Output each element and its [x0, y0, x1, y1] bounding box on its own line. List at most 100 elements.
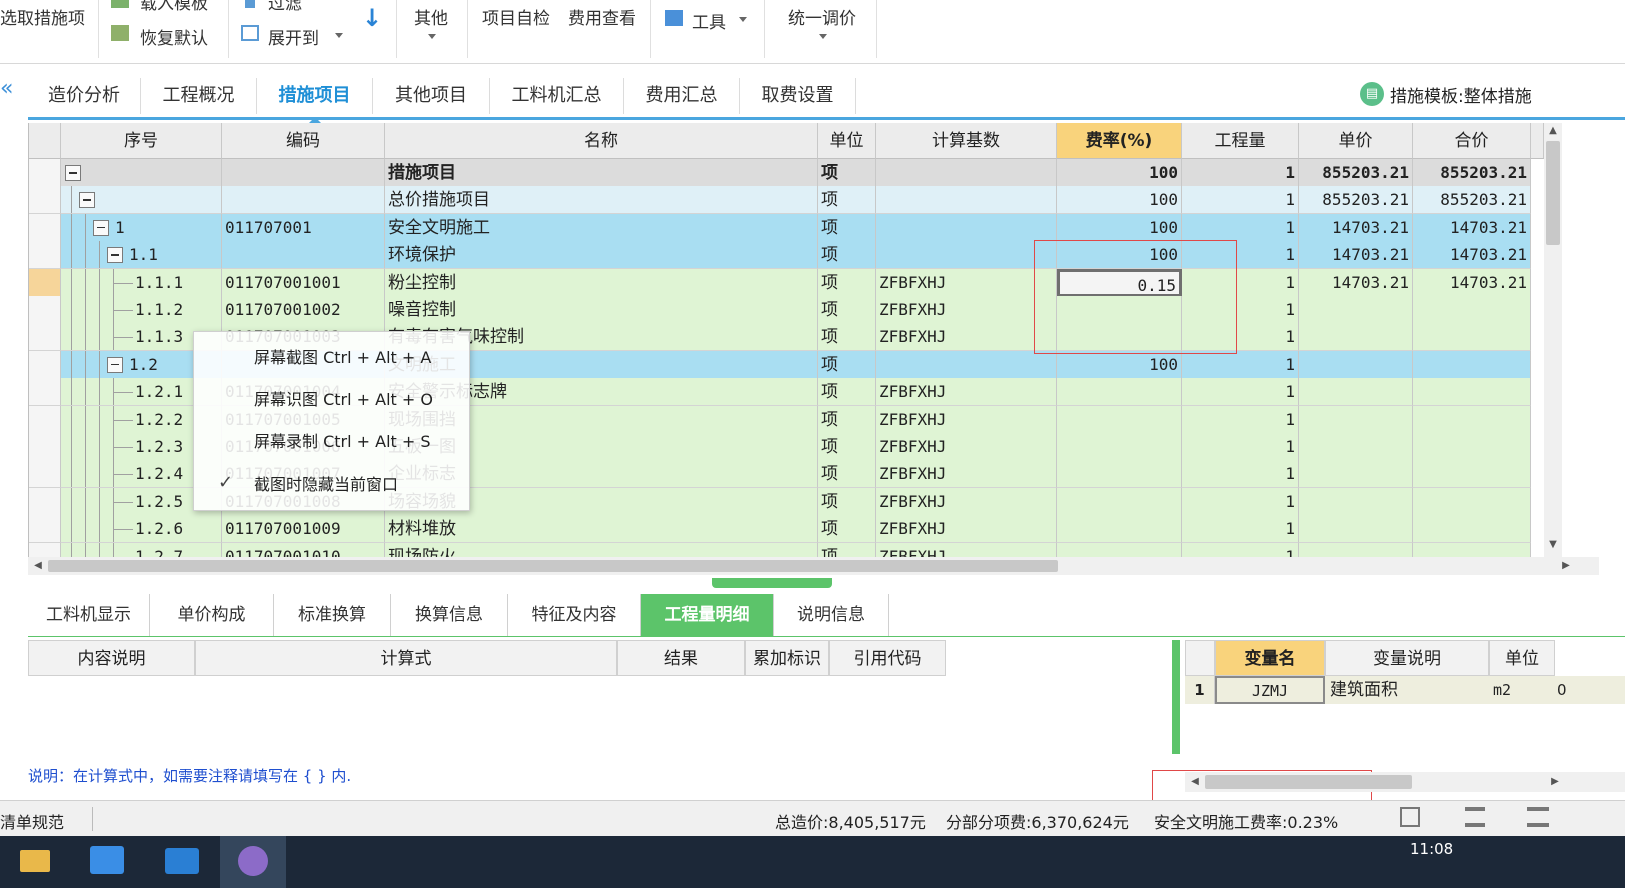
cell-price[interactable] — [1299, 296, 1413, 324]
cell-total[interactable] — [1413, 296, 1531, 324]
cell-base[interactable]: ZFBFXHJ — [876, 323, 1057, 352]
cell-qty[interactable]: 1 — [1182, 213, 1299, 242]
cell-unit[interactable]: 项 — [818, 487, 876, 516]
cell-total[interactable] — [1413, 515, 1531, 544]
active-app-icon[interactable] — [238, 846, 268, 876]
cell-name[interactable]: 噪音控制 — [385, 296, 818, 324]
cell-base[interactable] — [876, 350, 1057, 379]
cell-total[interactable]: 855203.21 — [1413, 186, 1531, 215]
row-indicator[interactable] — [29, 405, 61, 434]
tab-description[interactable]: 说明信息 — [774, 594, 889, 636]
tab-fee-summary[interactable]: 费用汇总 — [624, 78, 740, 114]
grid-horizontal-scrollbar[interactable]: ◀ ▶ — [28, 557, 1599, 575]
tab-measures[interactable]: 措施项目 — [257, 78, 373, 123]
variable-header-name[interactable]: 变量名 — [1215, 640, 1325, 676]
tab-other-items[interactable]: 其他项目 — [373, 78, 490, 114]
table-row[interactable]: 1.2.6 011707001009 材料堆放项 ZFBFXHJ 1 — [29, 515, 1599, 544]
cell-qty[interactable]: 1 — [1182, 350, 1299, 379]
variable-extra-cell[interactable]: 0 — [1557, 676, 1617, 704]
cell-code[interactable]: 011707001002 — [222, 296, 385, 324]
collapse-node-icon[interactable] — [107, 247, 123, 264]
cell-total[interactable]: 14703.21 — [1413, 213, 1531, 242]
row-indicator[interactable] — [29, 350, 61, 379]
row-indicator[interactable] — [29, 159, 61, 187]
cell-price[interactable] — [1299, 487, 1413, 516]
scroll-left-icon[interactable]: ◀ — [1187, 774, 1203, 790]
cell-price[interactable] — [1299, 350, 1413, 379]
cell-total[interactable] — [1413, 405, 1531, 434]
cell-rate[interactable]: 100 — [1057, 350, 1182, 379]
cell-base[interactable]: ZFBFXHJ — [876, 433, 1057, 461]
cell-total[interactable] — [1413, 350, 1531, 379]
clock[interactable]: 11:08 — [1410, 840, 1453, 858]
cell-total[interactable]: 14703.21 — [1413, 268, 1531, 297]
cell-code[interactable] — [222, 159, 385, 187]
folder-icon[interactable] — [20, 850, 50, 872]
header-seq[interactable]: 序号 — [61, 123, 222, 159]
cell-unit[interactable]: 项 — [818, 460, 876, 489]
cell-name[interactable]: 安全文明施工 — [385, 213, 818, 242]
cell-base[interactable]: ZFBFXHJ — [876, 378, 1057, 407]
expand-to-button[interactable]: 展开到 — [268, 24, 319, 49]
cell-base[interactable] — [876, 186, 1057, 215]
cell-price[interactable] — [1299, 405, 1413, 434]
cell-total[interactable] — [1413, 323, 1531, 352]
app-icon[interactable] — [90, 846, 124, 874]
cell-rate[interactable]: 100 — [1057, 186, 1182, 215]
cell-name[interactable]: 总价措施项目 — [385, 186, 818, 215]
mail-icon[interactable] — [165, 848, 199, 874]
table-row[interactable]: 1.1.2 011707001002 噪音控制项 ZFBFXHJ 1 — [29, 296, 1599, 324]
cell-price[interactable]: 855203.21 — [1299, 159, 1413, 187]
collapse-node-icon[interactable] — [79, 192, 95, 209]
cell-base[interactable]: ZFBFXHJ — [876, 515, 1057, 544]
scroll-up-icon[interactable]: ▲ — [1544, 123, 1562, 139]
cell-total[interactable]: 14703.21 — [1413, 241, 1531, 270]
header-base[interactable]: 计算基数 — [876, 123, 1057, 159]
row-indicator[interactable] — [29, 213, 61, 242]
cell-rate[interactable] — [1057, 487, 1182, 516]
cell-seq[interactable]: 1.1 — [61, 241, 222, 270]
row-indicator[interactable] — [29, 241, 61, 270]
tab-project-overview[interactable]: 工程概况 — [141, 78, 257, 114]
cell-qty[interactable]: 1 — [1182, 405, 1299, 434]
fee-view-button[interactable]: 费用查看 — [568, 4, 636, 29]
cell-price[interactable]: 855203.21 — [1299, 186, 1413, 215]
cell-price[interactable] — [1299, 515, 1413, 544]
cell-base[interactable]: ZFBFXHJ — [876, 487, 1057, 516]
tab-labor-display[interactable]: 工料机显示 — [28, 594, 150, 636]
scroll-down-icon[interactable]: ▼ — [1544, 537, 1562, 553]
cell-unit[interactable]: 项 — [818, 433, 876, 461]
cell-qty[interactable]: 1 — [1182, 487, 1299, 516]
cell-seq[interactable]: 1 — [61, 213, 222, 242]
row-indicator[interactable] — [29, 296, 61, 324]
cell-qty[interactable]: 1 — [1182, 515, 1299, 544]
restore-default-button[interactable]: 恢复默认 — [140, 24, 208, 49]
cell-base[interactable] — [876, 159, 1057, 187]
select-measures-button[interactable]: 选取措施项 — [0, 4, 85, 29]
tab-price-composition[interactable]: 单价构成 — [150, 594, 274, 636]
cell-base[interactable] — [876, 241, 1057, 270]
cell-unit[interactable]: 项 — [818, 350, 876, 379]
scroll-right-icon[interactable]: ▶ — [1558, 558, 1574, 574]
cell-unit[interactable]: 项 — [818, 186, 876, 215]
layout-list-icon[interactable] — [1465, 807, 1485, 827]
cell-code[interactable]: 011707001009 — [222, 515, 385, 544]
row-indicator[interactable] — [29, 460, 61, 489]
scroll-thumb[interactable] — [1205, 775, 1412, 789]
unified-price-button[interactable]: 统一调价 — [788, 4, 856, 29]
cell-unit[interactable]: 项 — [818, 268, 876, 297]
menu-item-record[interactable]: 屏幕录制 Ctrl + Alt + S — [194, 424, 471, 460]
cell-unit[interactable]: 项 — [818, 296, 876, 324]
table-row[interactable]: 1 011707001 安全文明施工项 100 1 14703.21 14703.21 — [29, 213, 1599, 242]
splitter-handle[interactable] — [712, 578, 832, 588]
collapse-panel-icon[interactable]: « — [0, 76, 13, 101]
detail-header-result[interactable]: 结果 — [617, 640, 745, 676]
cell-base[interactable]: ZFBFXHJ — [876, 268, 1057, 297]
cell-unit[interactable]: 项 — [818, 323, 876, 352]
variable-name-cell[interactable]: JZMJ — [1215, 676, 1325, 704]
header-unit[interactable]: 单位 — [818, 123, 876, 159]
cell-name[interactable]: 措施项目 — [385, 159, 818, 187]
tools-button[interactable]: 工具 — [692, 8, 726, 33]
cell-total[interactable] — [1413, 460, 1531, 489]
scroll-thumb[interactable] — [1546, 141, 1560, 245]
